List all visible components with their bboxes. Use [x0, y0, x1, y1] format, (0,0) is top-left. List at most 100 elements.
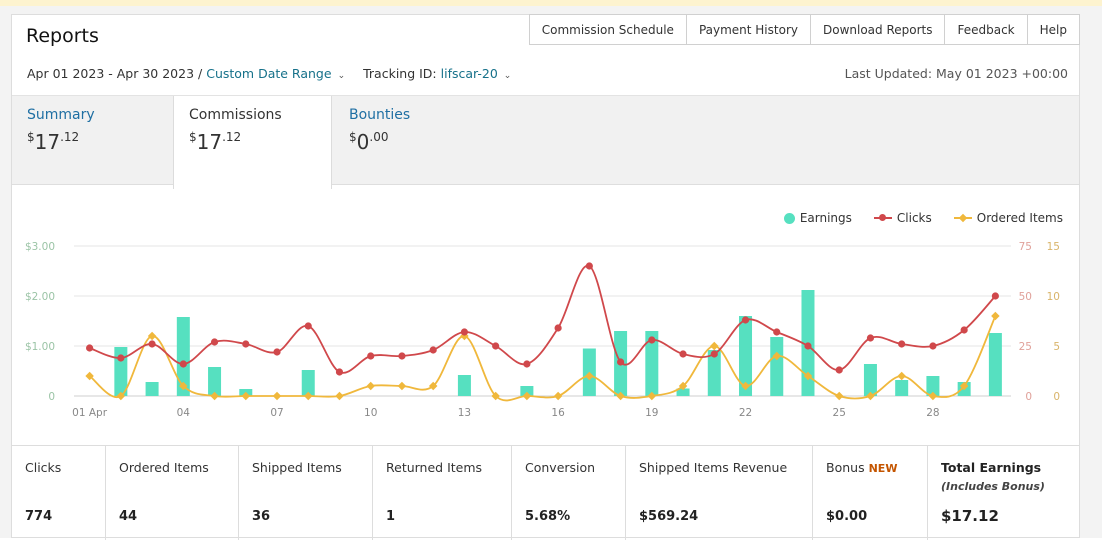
clicks-line [89, 265, 997, 374]
stat-conversion-value: 5.68% [525, 509, 571, 524]
stat-ordered-items-label: Ordered Items [119, 460, 209, 475]
stat-shipped-items-label: Shipped Items [252, 460, 342, 475]
stat-total-earnings: Total Earnings (Includes Bonus) $17.12 [928, 446, 1079, 540]
commission-schedule-button[interactable]: Commission Schedule [528, 14, 687, 45]
x-axis-tick-label: 25 [833, 407, 846, 419]
date-range-text: Apr 01 2023 - Apr 30 2023 / [27, 66, 203, 81]
legend-ordered-items-label: Ordered Items [976, 211, 1063, 225]
earnings-bar [863, 364, 877, 396]
stat-returned-items-value: 1 [386, 509, 396, 524]
clicks-point [460, 328, 469, 336]
report-tabs: Summary $17.12 Commissions $17.12 Bounti… [12, 95, 1079, 189]
tab-commissions-label: Commissions [189, 107, 282, 123]
payment-history-button[interactable]: Payment History [686, 14, 811, 45]
clicks-point [929, 342, 937, 350]
clicks-point [710, 350, 718, 358]
stat-conversion: Conversion 5.68% [512, 446, 626, 540]
legend-earnings[interactable]: Earnings [783, 211, 852, 225]
clicks-point [648, 336, 656, 344]
clicks-point [866, 334, 875, 342]
ordered-items-point [834, 391, 844, 401]
y-axis-left-tick-label: 0 [48, 391, 55, 403]
tab-bounties-label: Bounties [349, 107, 411, 123]
x-axis-tick-label: 10 [364, 407, 377, 419]
clicks-point [335, 368, 344, 376]
y-axis-items-tick-label: 0 [1053, 391, 1060, 403]
tab-summary[interactable]: Summary $17.12 [12, 96, 173, 186]
earnings-bar [457, 375, 471, 396]
ordered-items-point [397, 381, 407, 391]
legend-clicks-label: Clicks [896, 211, 932, 225]
x-axis-tick-label: 19 [645, 407, 658, 419]
help-button[interactable]: Help [1027, 14, 1080, 45]
stat-clicks-value: 774 [25, 509, 53, 524]
clicks-point [741, 316, 750, 324]
clicks-point [835, 366, 843, 374]
feedback-button[interactable]: Feedback [945, 14, 1028, 45]
stat-bonus-label: Bonus NEW [826, 460, 898, 475]
clicks-point [179, 360, 187, 368]
custom-date-range-dropdown[interactable]: Custom Date Range ⌄ [206, 66, 345, 81]
tracking-id-dropdown[interactable]: lifscar-20 ⌄ [441, 66, 512, 81]
stat-total-earnings-label: Total Earnings (Includes Bonus) [941, 460, 1045, 493]
clicks-point [554, 324, 562, 332]
clicks-point [429, 346, 437, 354]
earnings-bar [988, 333, 1002, 396]
ordered-items-point [366, 381, 375, 391]
y-axis-left-tick-label: $2.00 [25, 291, 55, 303]
stat-total-earnings-value: $17.12 [941, 507, 999, 525]
stat-conversion-label: Conversion [525, 460, 596, 475]
earnings-bar [895, 380, 909, 396]
y-axis-items-tick-label: 15 [1047, 241, 1060, 253]
ordered-items-point [991, 311, 1000, 321]
x-axis-tick-label: 22 [739, 407, 752, 419]
legend-ordered-items[interactable]: Ordered Items [953, 211, 1063, 225]
stat-shipped-items: Shipped Items 36 [239, 446, 373, 540]
chart-legend: Earnings Clicks Ordered Items [762, 211, 1063, 225]
tracking-id-label: Tracking ID: [363, 66, 437, 81]
legend-clicks[interactable]: Clicks [873, 211, 932, 225]
clicks-point [304, 322, 312, 330]
tab-bounties[interactable]: Bounties $0.00 [334, 96, 494, 186]
earnings-bar [145, 382, 159, 396]
last-updated-text: Last Updated: May 01 2023 +00:00 [844, 66, 1068, 81]
ordered-items-point [335, 391, 344, 401]
download-reports-button[interactable]: Download Reports [810, 14, 946, 45]
x-axis-tick-label: 16 [551, 407, 565, 419]
stat-total-earnings-sublabel: (Includes Bonus) [941, 480, 1045, 493]
stat-clicks: Clicks 774 [12, 446, 106, 540]
clicks-point [523, 360, 531, 368]
clicks-point [398, 352, 406, 360]
tab-commissions-value: $17.12 [189, 130, 242, 154]
tracking-id-value: lifscar-20 [440, 66, 498, 81]
clicks-point [148, 340, 156, 348]
ordered-items-point [553, 391, 563, 401]
y-axis-clicks-tick-label: 50 [1019, 291, 1032, 303]
x-axis-tick-label: 28 [926, 407, 939, 419]
tab-summary-label: Summary [27, 107, 95, 123]
clicks-point [242, 340, 250, 348]
tab-commissions[interactable]: Commissions $17.12 [173, 96, 332, 189]
clicks-point [804, 342, 812, 350]
tab-bounties-value: $0.00 [349, 130, 389, 154]
stat-shipped-revenue: Shipped Items Revenue $569.24 [626, 446, 813, 540]
y-axis-left-tick-label: $1.00 [25, 341, 55, 353]
clicks-point [898, 340, 906, 348]
stat-ordered-items-value: 44 [119, 509, 138, 524]
new-badge: NEW [868, 462, 898, 475]
ordered-items-line [89, 315, 997, 402]
page-title: Reports [26, 25, 99, 47]
ordered-items-point [897, 371, 906, 381]
reports-card: Reports Commission Schedule Payment Hist… [11, 14, 1080, 540]
clicks-point [991, 292, 999, 300]
x-axis-tick-label: 01 Apr [72, 407, 108, 419]
ordered-items-point [272, 391, 282, 401]
earnings-bar [770, 337, 784, 396]
legend-earnings-swatch [783, 212, 795, 224]
stat-shipped-revenue-label: Shipped Items Revenue [639, 460, 788, 475]
legend-clicks-swatch [873, 214, 892, 221]
clicks-point [585, 262, 593, 270]
clicks-point [679, 350, 687, 358]
x-axis-tick-label: 04 [177, 407, 191, 419]
custom-date-range-label: Custom Date Range [206, 66, 332, 81]
